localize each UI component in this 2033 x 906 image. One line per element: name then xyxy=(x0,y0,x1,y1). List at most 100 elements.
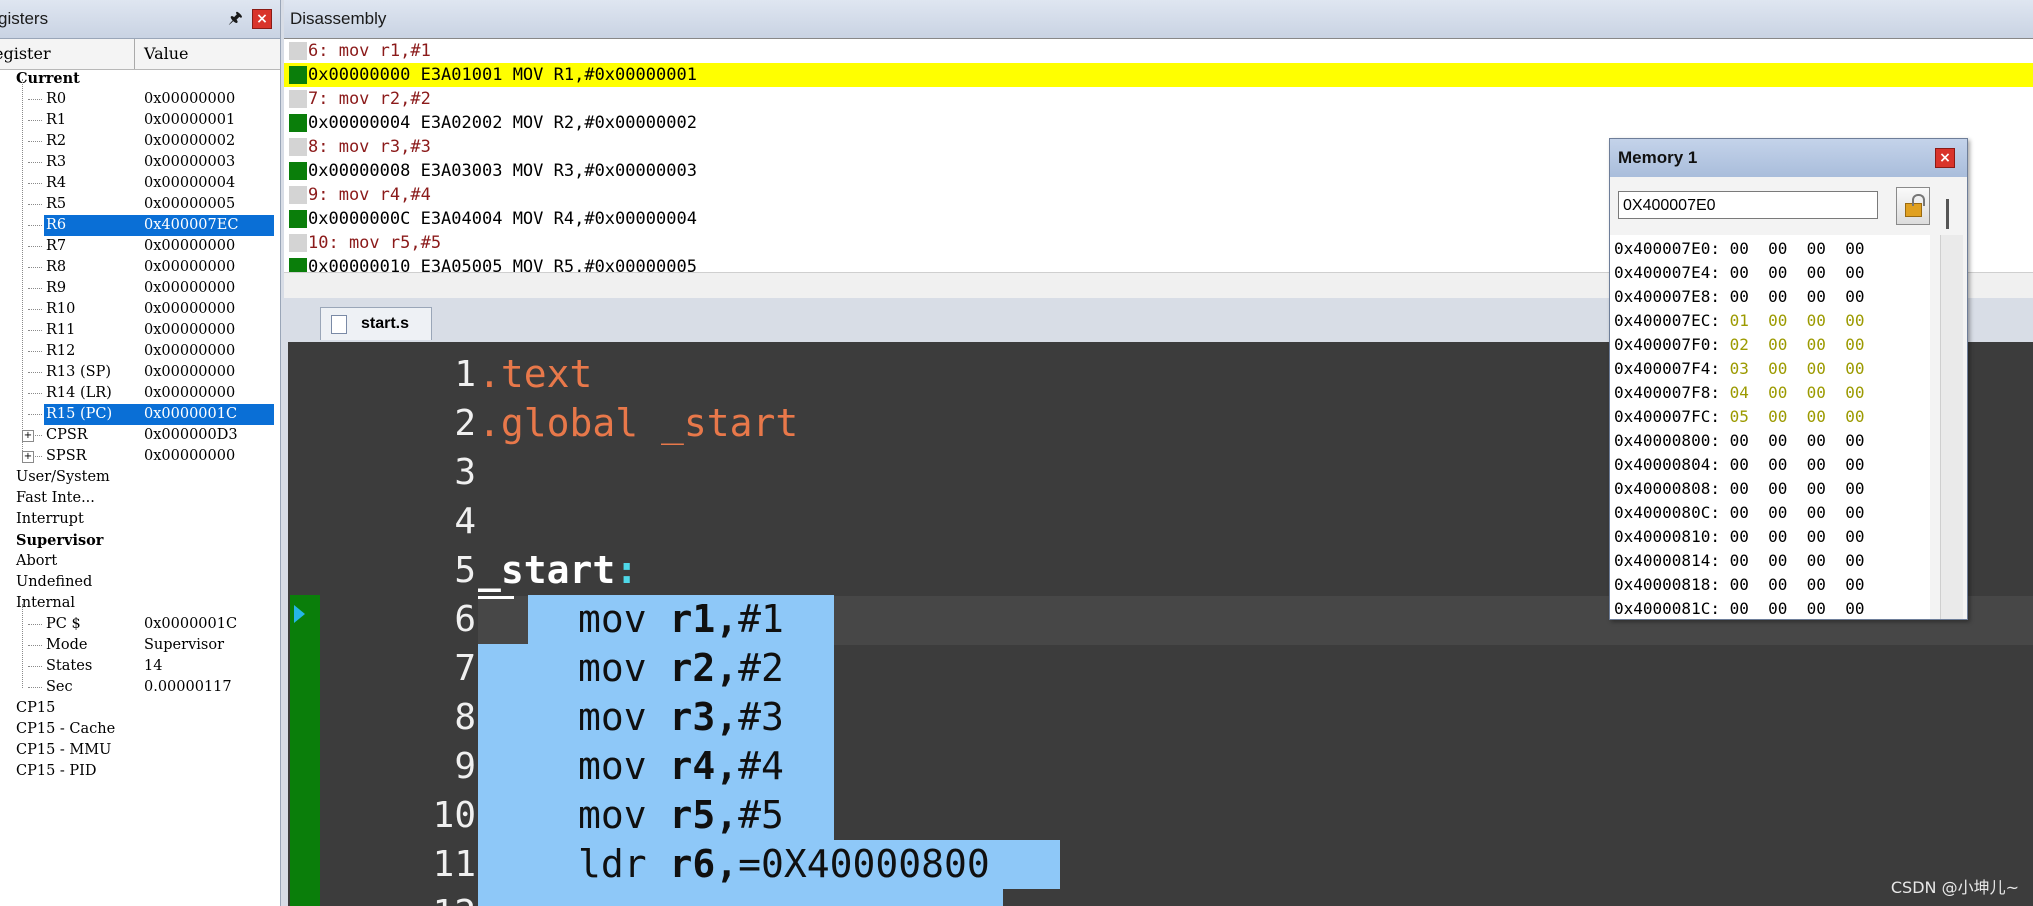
memory-byte[interactable]: 00 xyxy=(1807,527,1846,546)
column-value[interactable]: Value xyxy=(144,39,189,69)
register-value[interactable]: 0x00000001 xyxy=(144,110,235,131)
memory-row[interactable]: 0x4000080C: 00 00 00 00 xyxy=(1614,501,1864,525)
memory-byte[interactable]: 00 xyxy=(1845,311,1864,330)
register-value[interactable]: Supervisor xyxy=(144,635,224,656)
memory-byte[interactable]: 00 xyxy=(1730,239,1769,258)
memory-byte[interactable]: 00 xyxy=(1845,575,1864,594)
memory-byte[interactable]: 02 xyxy=(1730,335,1769,354)
memory-byte[interactable]: 05 xyxy=(1730,407,1769,426)
memory-byte[interactable]: 00 xyxy=(1768,503,1807,522)
tree-node-mode[interactable]: Interrupt xyxy=(0,509,280,530)
register-value[interactable]: 0x00000000 xyxy=(144,278,235,299)
disassembly-source-line[interactable]: 7: mov r2,#2 xyxy=(284,87,2033,111)
memory-row[interactable]: 0x400007E0: 00 00 00 00 xyxy=(1614,237,1864,261)
register-row-r15[interactable]: R15 (PC) 0x0000001C xyxy=(0,404,280,425)
memory-row[interactable]: 0x40000818: 00 00 00 00 xyxy=(1614,573,1864,597)
register-row-r0[interactable]: R0 0x00000000 xyxy=(0,89,280,110)
memory-byte[interactable]: 00 xyxy=(1768,239,1807,258)
lock-button[interactable] xyxy=(1896,187,1930,225)
memory-byte[interactable]: 00 xyxy=(1768,455,1807,474)
register-row-r1[interactable]: R1 0x00000001 xyxy=(0,110,280,131)
register-row-r2[interactable]: R2 0x00000002 xyxy=(0,131,280,152)
memory-byte[interactable]: 01 xyxy=(1730,311,1769,330)
memory-byte[interactable]: 00 xyxy=(1845,551,1864,570)
memory-byte[interactable]: 00 xyxy=(1845,599,1864,618)
memory-byte[interactable]: 00 xyxy=(1807,359,1846,378)
memory-byte[interactable]: 00 xyxy=(1807,551,1846,570)
memory-byte[interactable]: 00 xyxy=(1730,431,1769,450)
memory-byte[interactable]: 00 xyxy=(1845,479,1864,498)
tree-node-mode[interactable]: Undefined xyxy=(0,572,280,593)
register-row-r14[interactable]: R14 (LR) 0x00000000 xyxy=(0,383,280,404)
tree-node-cp15[interactable]: CP15 xyxy=(0,698,280,719)
register-row-r9[interactable]: R9 0x00000000 xyxy=(0,278,280,299)
register-value[interactable]: 0x00000000 xyxy=(144,236,235,257)
register-value[interactable]: 0x00000000 xyxy=(144,89,235,110)
tree-node-mode[interactable]: User/System xyxy=(0,467,280,488)
memory-close-icon[interactable]: × xyxy=(1935,148,1955,168)
register-row-r8[interactable]: R8 0x00000000 xyxy=(0,257,280,278)
internal-row[interactable]: PC $ 0x0000001C xyxy=(0,614,280,635)
memory-byte[interactable]: 00 xyxy=(1807,287,1846,306)
disassembly-instruction-line[interactable]: 0x00000000 E3A01001 MOV R1,#0x00000001 xyxy=(284,63,2033,87)
memory-byte[interactable]: 03 xyxy=(1730,359,1769,378)
register-value[interactable]: 0x00000002 xyxy=(144,131,235,152)
memory-byte[interactable]: 00 xyxy=(1768,359,1807,378)
register-value[interactable]: 0x00000004 xyxy=(144,173,235,194)
memory-window[interactable]: Memory 1 × 0X400007E0 0x400007E0: 00 00 … xyxy=(1609,138,1968,620)
memory-byte[interactable]: 00 xyxy=(1807,263,1846,282)
memory-byte[interactable]: 00 xyxy=(1768,407,1807,426)
memory-byte[interactable]: 00 xyxy=(1730,287,1769,306)
memory-title-bar[interactable]: Memory 1 × xyxy=(1610,139,1967,177)
register-value[interactable]: 0x00000000 xyxy=(144,362,235,383)
tree-node-mode[interactable]: Abort xyxy=(0,551,280,572)
register-row-r7[interactable]: R7 0x00000000 xyxy=(0,236,280,257)
tree-node-cp15[interactable]: CP15 - Cache xyxy=(0,719,280,740)
internal-row[interactable]: Mode Supervisor xyxy=(0,635,280,656)
memory-row[interactable]: 0x40000804: 00 00 00 00 xyxy=(1614,453,1864,477)
memory-byte[interactable]: 00 xyxy=(1768,575,1807,594)
memory-byte[interactable]: 00 xyxy=(1768,479,1807,498)
memory-byte[interactable]: 00 xyxy=(1807,575,1846,594)
memory-byte[interactable]: 00 xyxy=(1768,599,1807,618)
memory-byte[interactable]: 00 xyxy=(1807,503,1846,522)
register-value[interactable]: 0x00000005 xyxy=(144,194,235,215)
memory-byte[interactable]: 00 xyxy=(1730,263,1769,282)
splitter-handle[interactable] xyxy=(1946,199,1949,229)
memory-byte[interactable]: 00 xyxy=(1768,287,1807,306)
memory-byte[interactable]: 00 xyxy=(1845,335,1864,354)
memory-byte[interactable]: 00 xyxy=(1807,479,1846,498)
memory-byte[interactable]: 00 xyxy=(1845,287,1864,306)
memory-row[interactable]: 0x400007FC: 05 00 00 00 xyxy=(1614,405,1864,429)
memory-byte[interactable]: 00 xyxy=(1807,599,1846,618)
memory-byte[interactable]: 04 xyxy=(1730,383,1769,402)
register-value[interactable]: 0x00000000 xyxy=(144,257,235,278)
memory-byte[interactable]: 00 xyxy=(1730,479,1769,498)
tab-start-s[interactable]: start.s xyxy=(320,307,432,340)
register-row-spsr[interactable]: + SPSR 0x00000000 xyxy=(0,446,280,467)
memory-row[interactable]: 0x40000800: 00 00 00 00 xyxy=(1614,429,1864,453)
memory-byte[interactable]: 00 xyxy=(1845,263,1864,282)
memory-byte[interactable]: 00 xyxy=(1845,359,1864,378)
memory-byte[interactable]: 00 xyxy=(1845,431,1864,450)
memory-byte[interactable]: 00 xyxy=(1730,503,1769,522)
memory-row[interactable]: 0x40000814: 00 00 00 00 xyxy=(1614,549,1864,573)
memory-row[interactable]: 0x400007F4: 03 00 00 00 xyxy=(1614,357,1864,381)
register-value[interactable]: 0.00000117 xyxy=(144,677,232,698)
register-value[interactable]: 14 xyxy=(144,656,162,677)
register-row-r3[interactable]: R3 0x00000003 xyxy=(0,152,280,173)
register-row-r12[interactable]: R12 0x00000000 xyxy=(0,341,280,362)
register-value[interactable]: 0x0000001C xyxy=(140,404,274,425)
register-row-r4[interactable]: R4 0x00000004 xyxy=(0,173,280,194)
memory-address-input[interactable]: 0X400007E0 xyxy=(1618,191,1878,219)
tree-node-current[interactable]: Current xyxy=(0,68,280,89)
memory-byte[interactable]: 00 xyxy=(1807,431,1846,450)
memory-byte[interactable]: 00 xyxy=(1730,551,1769,570)
register-value[interactable]: 0x00000000 xyxy=(144,320,235,341)
memory-byte[interactable]: 00 xyxy=(1807,383,1846,402)
memory-row[interactable]: 0x4000081C: 00 00 00 00 xyxy=(1614,597,1864,619)
register-value[interactable]: 0x000000D3 xyxy=(144,425,238,446)
memory-byte[interactable]: 00 xyxy=(1845,527,1864,546)
register-row-r6[interactable]: R6 0x400007EC xyxy=(0,215,280,236)
register-value[interactable]: 0x0000001C xyxy=(144,614,237,635)
